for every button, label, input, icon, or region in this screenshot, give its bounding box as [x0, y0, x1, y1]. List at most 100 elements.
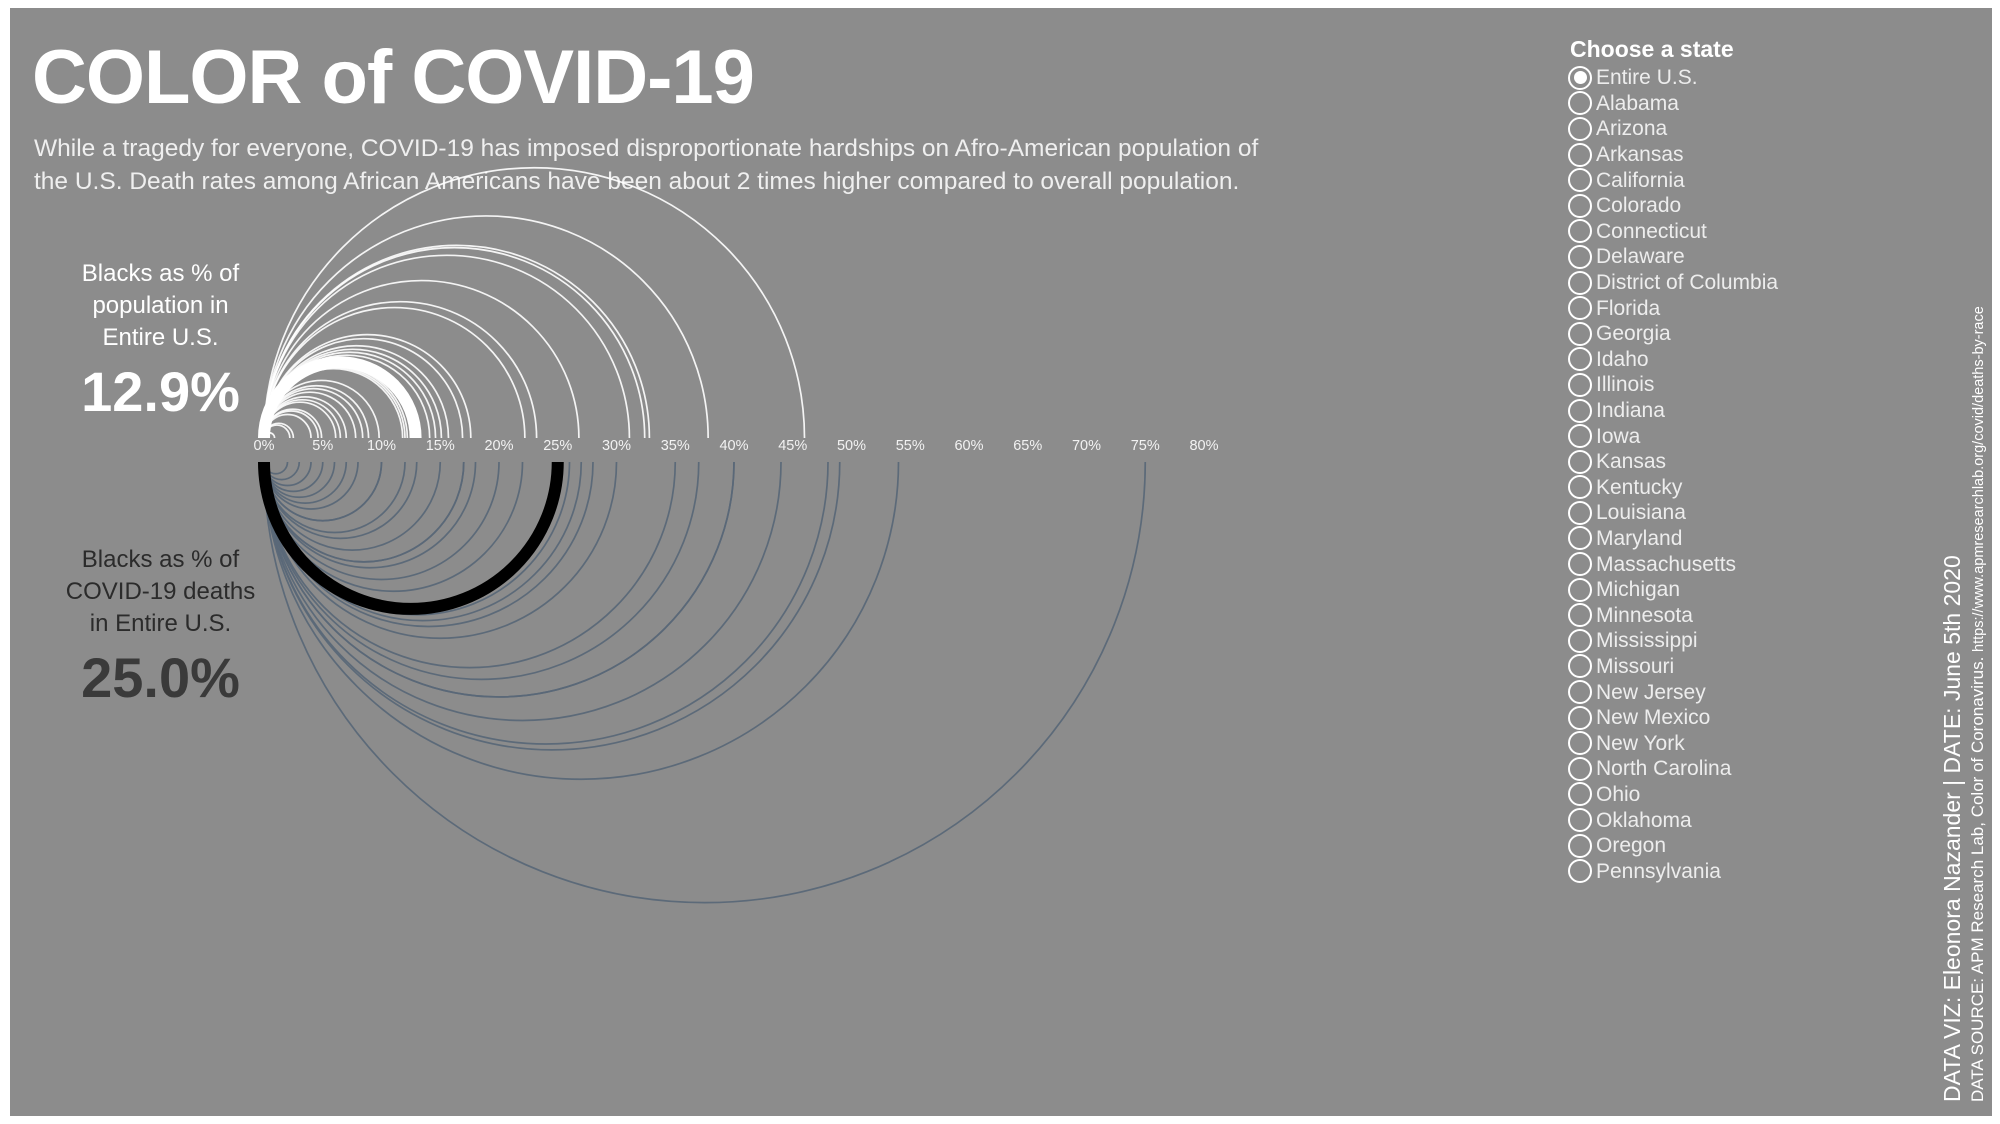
state-radio-label: Oklahoma — [1596, 808, 1692, 832]
radio-unselected-icon[interactable] — [1568, 270, 1592, 295]
state-radio-row[interactable]: New Mexico — [1568, 705, 1866, 731]
arc-chart — [240, 166, 1250, 904]
state-radio-row[interactable]: Michigan — [1568, 577, 1866, 603]
arc-deaths — [263, 461, 559, 610]
state-radio-row[interactable]: Pennsylvania — [1568, 858, 1866, 884]
state-radio-label: Missouri — [1596, 654, 1675, 678]
radio-unselected-icon[interactable] — [1568, 347, 1592, 372]
radio-unselected-icon[interactable] — [1568, 500, 1592, 525]
axis-tick-label: 35% — [660, 438, 690, 454]
radio-unselected-icon[interactable] — [1568, 424, 1592, 449]
state-radio-row[interactable]: Mississippi — [1568, 628, 1866, 654]
state-radio-row[interactable]: Georgia — [1568, 321, 1866, 347]
state-radio-row[interactable]: Delaware — [1568, 244, 1866, 270]
axis-tick-label: 15% — [425, 438, 455, 454]
radio-unselected-icon[interactable] — [1568, 372, 1592, 397]
state-radio-row[interactable]: North Carolina — [1568, 756, 1866, 782]
radio-unselected-icon[interactable] — [1568, 526, 1592, 551]
state-radio-row[interactable]: District of Columbia — [1568, 270, 1866, 296]
state-radio-row[interactable]: Kansas — [1568, 449, 1866, 475]
radio-unselected-icon[interactable] — [1568, 756, 1592, 781]
page-title: COLOR of COVID-19 — [32, 35, 755, 120]
state-radio-label: Illinois — [1596, 373, 1655, 397]
axis-tick-label: 30% — [601, 438, 632, 454]
state-radio-row[interactable]: Arkansas — [1568, 142, 1866, 168]
axis-tick-label: 50% — [836, 438, 867, 454]
state-radio-row[interactable]: Missouri — [1568, 654, 1866, 680]
radio-selected-icon[interactable] — [1568, 65, 1592, 90]
state-radio-label: District of Columbia — [1596, 271, 1779, 295]
radio-unselected-icon[interactable] — [1568, 116, 1592, 141]
data-source-url: https://www.apmresearchlab.org/covid/dea… — [1971, 306, 1987, 652]
radio-unselected-icon[interactable] — [1568, 321, 1592, 346]
radio-unselected-icon[interactable] — [1568, 244, 1592, 269]
arc-deaths — [263, 461, 1147, 904]
poster-background: COLOR of COVID-19 While a tragedy for ev… — [10, 8, 1992, 1116]
radio-unselected-icon[interactable] — [1568, 91, 1592, 116]
radio-unselected-icon[interactable] — [1568, 603, 1592, 628]
radio-unselected-icon[interactable] — [1568, 398, 1592, 423]
radio-unselected-icon[interactable] — [1568, 449, 1592, 474]
state-radio-row[interactable]: Iowa — [1568, 423, 1866, 449]
state-radio-row[interactable]: New Jersey — [1568, 679, 1866, 705]
radio-unselected-icon[interactable] — [1568, 859, 1592, 884]
radio-unselected-icon[interactable] — [1568, 168, 1592, 193]
state-radio-row[interactable]: Louisiana — [1568, 500, 1866, 526]
arc-deaths — [263, 461, 900, 781]
state-radio-row[interactable]: California — [1568, 167, 1866, 193]
radio-unselected-icon[interactable] — [1568, 475, 1592, 500]
radio-unselected-icon[interactable] — [1568, 628, 1592, 653]
radio-unselected-icon[interactable] — [1568, 296, 1592, 321]
radio-unselected-icon[interactable] — [1568, 219, 1592, 244]
radio-unselected-icon[interactable] — [1568, 142, 1592, 167]
radio-unselected-icon[interactable] — [1568, 808, 1592, 833]
x-axis: 0% 5% 10% 15% 20% 25% 30% 35% 40% 45% 50% 55% 60% 65%… — [240, 438, 1250, 462]
state-radio-row[interactable]: Arizona — [1568, 116, 1866, 142]
axis-tick-label: 55% — [895, 438, 925, 454]
state-radio-label: Florida — [1596, 296, 1661, 320]
state-radio-row[interactable]: Colorado — [1568, 193, 1866, 219]
state-radio-label: Iowa — [1596, 424, 1641, 448]
axis-tick-label: 5% — [312, 438, 334, 454]
state-radio-row[interactable]: Maryland — [1568, 526, 1866, 552]
state-radio-label: Arizona — [1596, 117, 1668, 141]
radio-unselected-icon[interactable] — [1568, 577, 1592, 602]
state-radio-row[interactable]: Ohio — [1568, 782, 1866, 808]
state-radio-row[interactable]: Minnesota — [1568, 602, 1866, 628]
state-radio-row[interactable]: Idaho — [1568, 347, 1866, 373]
radio-unselected-icon[interactable] — [1568, 705, 1592, 730]
axis-tick-label: 70% — [1071, 438, 1102, 454]
state-radio-row[interactable]: Alabama — [1568, 91, 1866, 117]
state-radio-label: Connecticut — [1596, 219, 1707, 243]
radio-unselected-icon[interactable] — [1568, 833, 1592, 858]
arc-population — [263, 166, 806, 439]
axis-tick-label: 20% — [484, 438, 514, 454]
state-radio-label: Alabama — [1596, 91, 1679, 115]
state-selector: Choose a state Entire U.S. Alabama Arizona… — [1566, 36, 1866, 884]
arc-chart-svg — [258, 166, 1147, 904]
state-radio-row[interactable]: Connecticut — [1568, 219, 1866, 245]
state-radio-row[interactable]: Oklahoma — [1568, 807, 1866, 833]
arc-highlight-deaths — [258, 461, 564, 615]
radio-unselected-icon[interactable] — [1568, 782, 1592, 807]
radio-unselected-icon[interactable] — [1568, 193, 1592, 218]
state-radio-row[interactable]: Entire U.S. — [1568, 65, 1866, 91]
state-radio-label: Michigan — [1596, 578, 1681, 602]
state-radio-row[interactable]: Massachusetts — [1568, 551, 1866, 577]
radio-unselected-icon[interactable] — [1568, 552, 1592, 577]
state-radio-label: North Carolina — [1596, 757, 1732, 781]
state-radio-row[interactable]: Indiana — [1568, 398, 1866, 424]
radio-unselected-icon[interactable] — [1568, 680, 1592, 705]
state-radio-label: Mississippi — [1596, 629, 1698, 653]
state-radio-row[interactable]: Florida — [1568, 295, 1866, 321]
page-subtitle: While a tragedy for everyone, COVID-19 h… — [34, 133, 1258, 198]
state-radio-row[interactable]: New York — [1568, 730, 1866, 756]
state-radio-row[interactable]: Illinois — [1568, 372, 1866, 398]
state-radio-row[interactable]: Oregon — [1568, 833, 1866, 859]
state-radio-list[interactable]: Entire U.S. Alabama Arizona Arkansas Califor… — [1566, 65, 1866, 884]
state-radio-row[interactable]: Kentucky — [1568, 475, 1866, 501]
state-radio-label: Louisiana — [1596, 501, 1686, 525]
radio-unselected-icon[interactable] — [1568, 731, 1592, 756]
state-radio-label: New York — [1596, 731, 1685, 755]
radio-unselected-icon[interactable] — [1568, 654, 1592, 679]
